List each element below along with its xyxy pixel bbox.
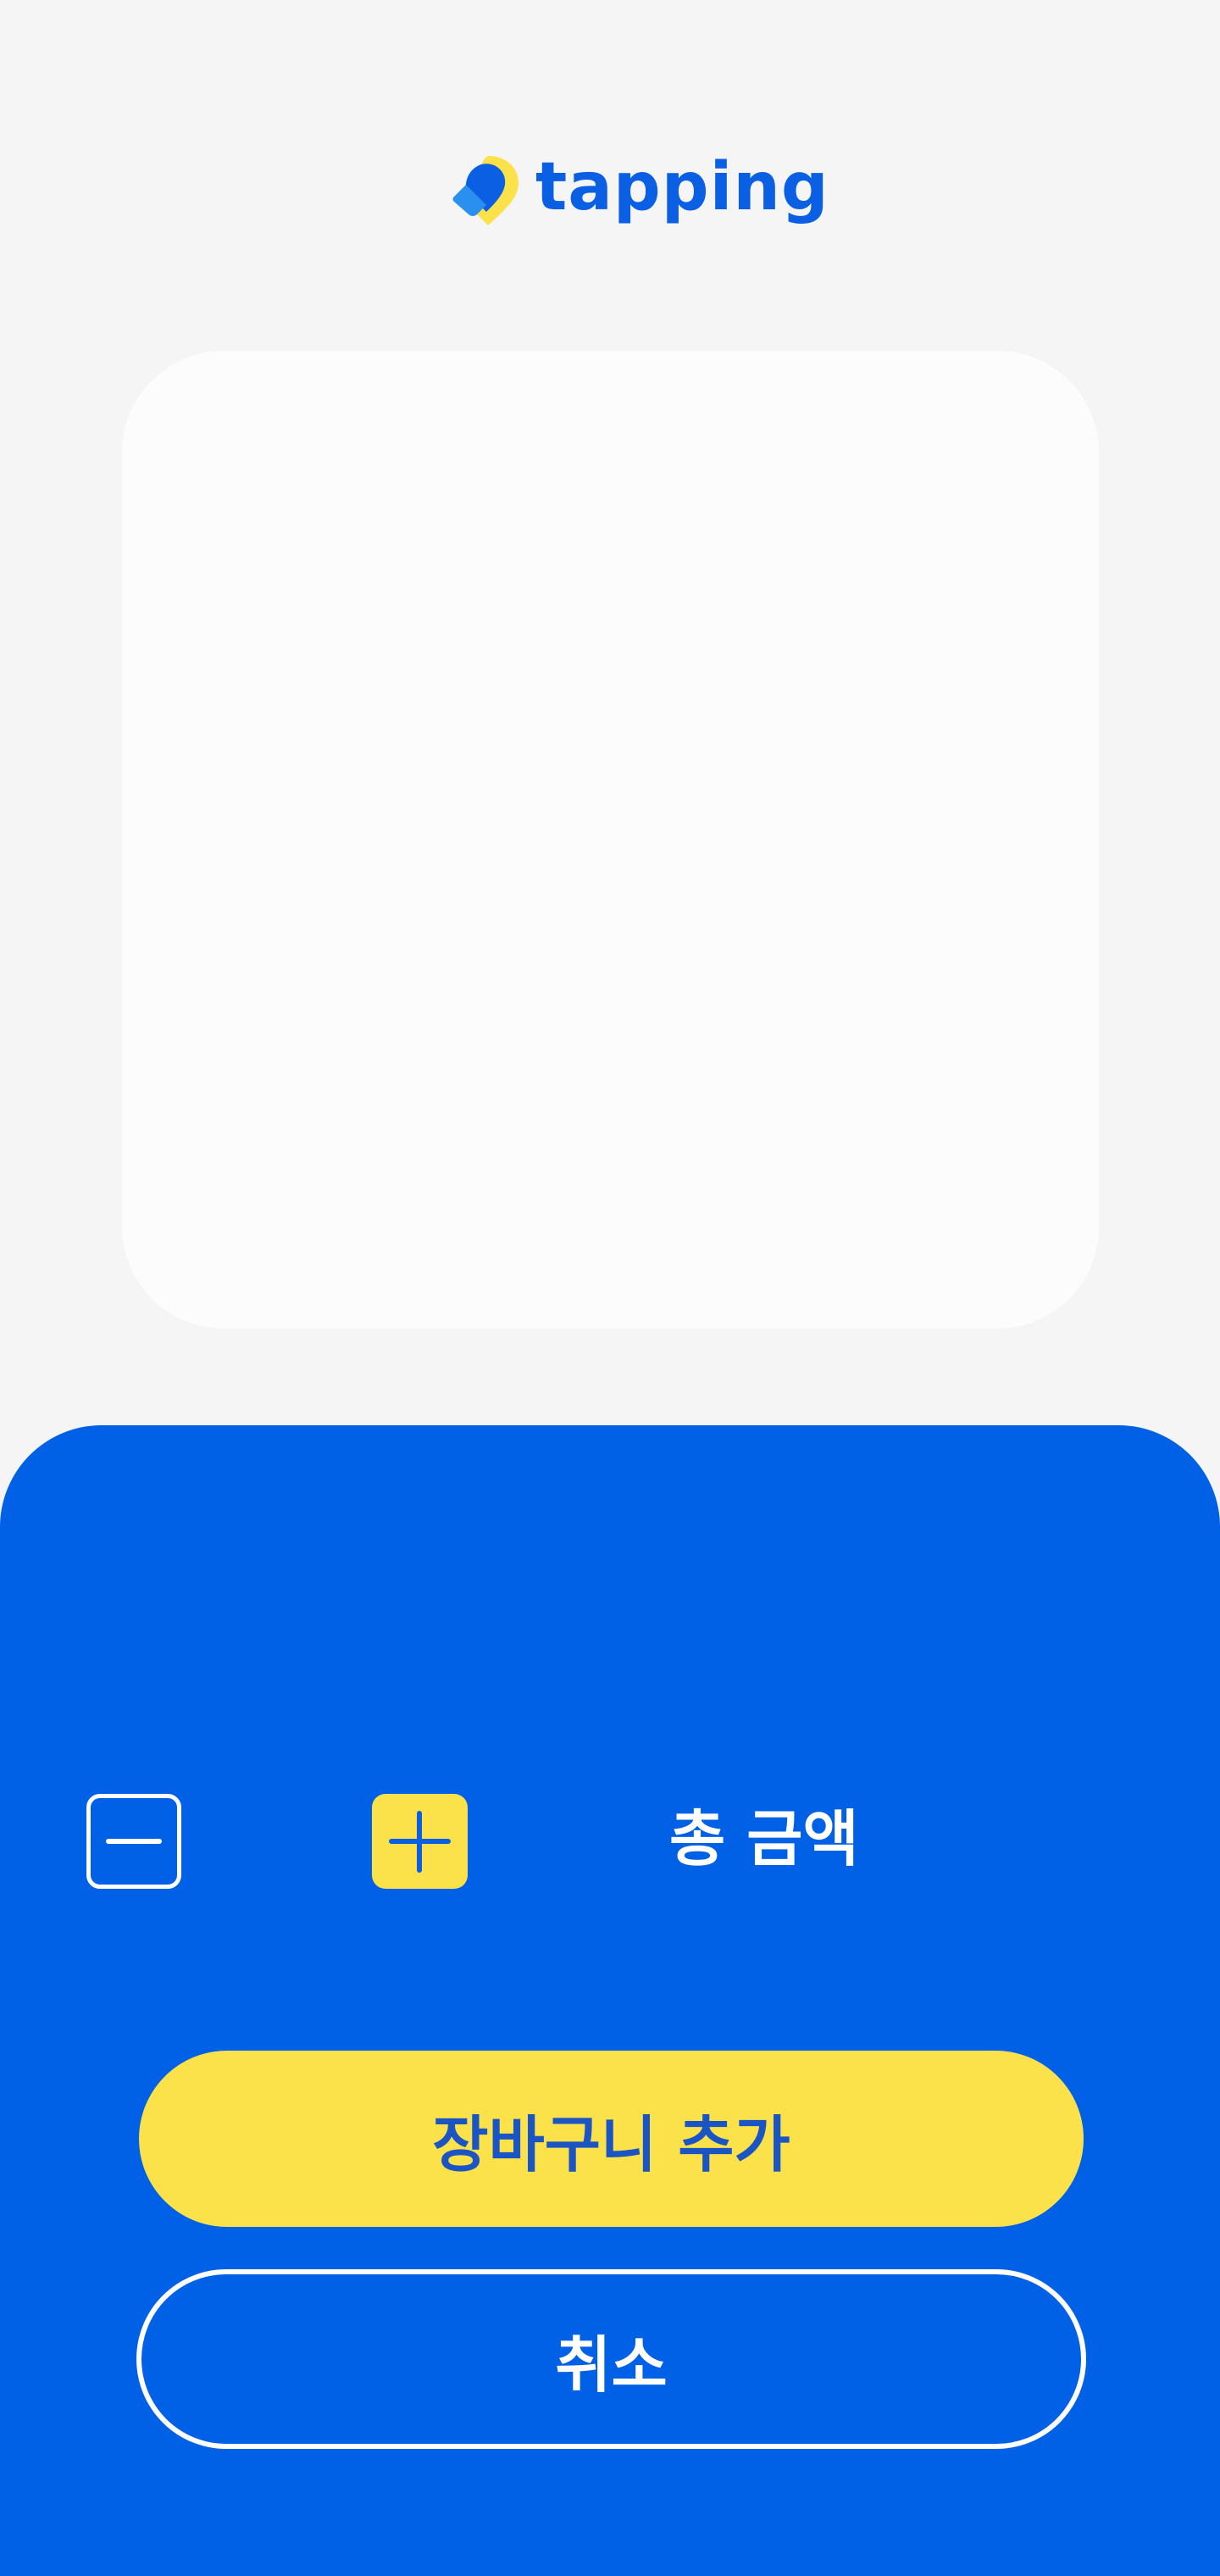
quantity-decrease-button[interactable] — [86, 1794, 181, 1889]
add-to-cart-button[interactable]: 장바구니 추가 — [139, 2051, 1084, 2227]
minus-icon — [106, 1839, 162, 1844]
cancel-button[interactable]: 취소 — [136, 2269, 1086, 2449]
quantity-increase-button[interactable] — [372, 1794, 468, 1889]
product-image-card — [122, 351, 1099, 1329]
tapping-logo-icon — [452, 156, 518, 225]
app-logo: tapping — [447, 153, 829, 229]
total-amount-label: 총 금액 — [669, 1803, 859, 1874]
logo-wordmark: tapping — [535, 149, 829, 225]
